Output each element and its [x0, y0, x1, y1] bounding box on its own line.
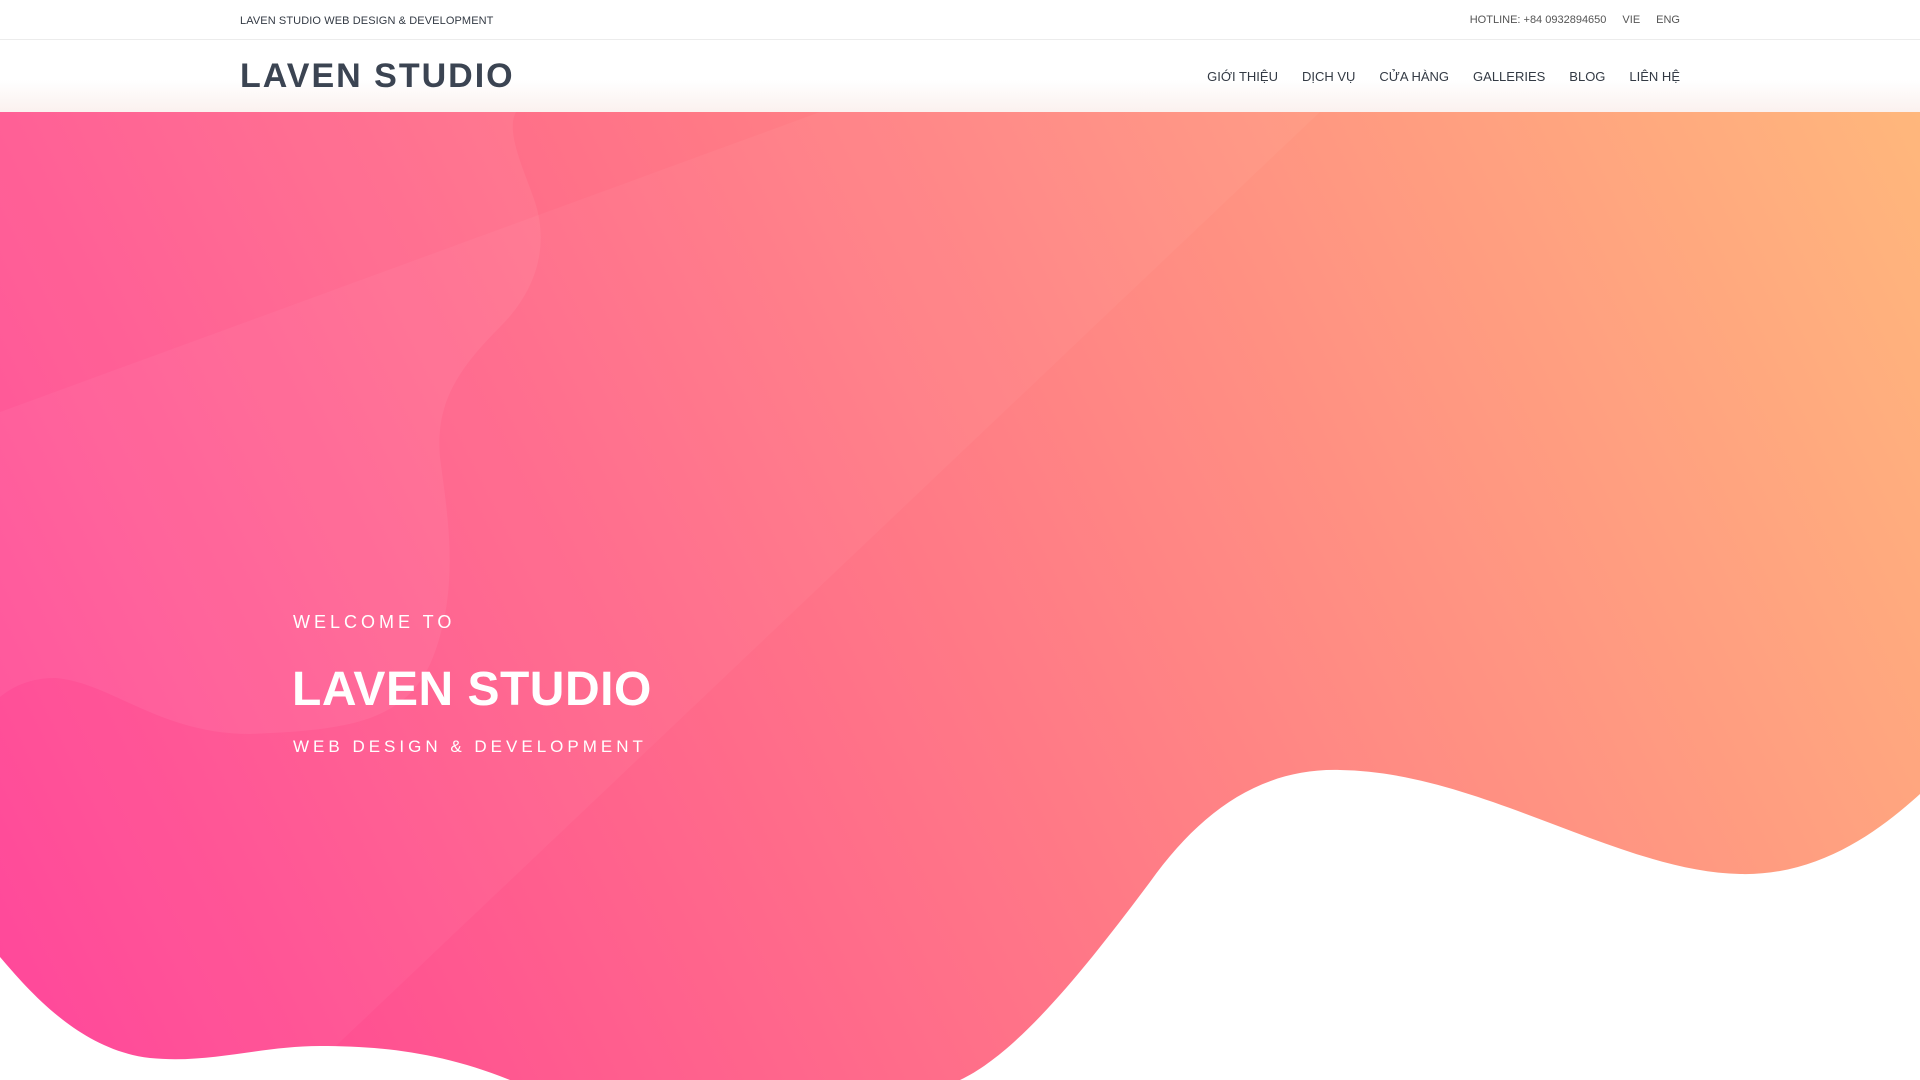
site-header: LAVEN STUDIO GIỚI THIỆU DỊCH VỤ CỬA HÀNG…	[0, 41, 1920, 112]
top-bar-right: HOTLINE: +84 0932894650 VIE ENG	[1470, 14, 1680, 26]
nav-item-gioi-thieu[interactable]: GIỚI THIỆU	[1207, 69, 1278, 84]
hero-title: LAVEN STUDIO	[292, 663, 652, 716]
site-logo[interactable]: LAVEN STUDIO	[240, 57, 515, 96]
language-eng-link[interactable]: ENG	[1656, 14, 1680, 26]
hero-welcome-text: WELCOME TO	[293, 612, 456, 632]
nav-item-blog[interactable]: BLOG	[1569, 69, 1605, 84]
nav-item-galleries[interactable]: GALLERIES	[1473, 69, 1545, 84]
hotline-link[interactable]: HOTLINE: +84 0932894650	[1470, 14, 1607, 26]
nav-item-lien-he[interactable]: LIÊN HỆ	[1629, 69, 1680, 84]
hero-subtitle: WEB DESIGN & DEVELOPMENT	[293, 737, 647, 756]
top-bar: LAVEN STUDIO WEB DESIGN & DEVELOPMENT HO…	[0, 0, 1920, 40]
nav-item-cua-hang[interactable]: CỬA HÀNG	[1379, 69, 1449, 84]
main-nav: GIỚI THIỆU DỊCH VỤ CỬA HÀNG GALLERIES BL…	[1207, 69, 1680, 84]
site-tagline: LAVEN STUDIO WEB DESIGN & DEVELOPMENT	[240, 15, 494, 27]
nav-item-dich-vu[interactable]: DỊCH VỤ	[1302, 69, 1355, 84]
language-vie-link[interactable]: VIE	[1622, 14, 1640, 26]
hero-section: WELCOME TO LAVEN STUDIO WEB DESIGN & DEV…	[0, 112, 1920, 1080]
hero-background	[0, 112, 1920, 1080]
